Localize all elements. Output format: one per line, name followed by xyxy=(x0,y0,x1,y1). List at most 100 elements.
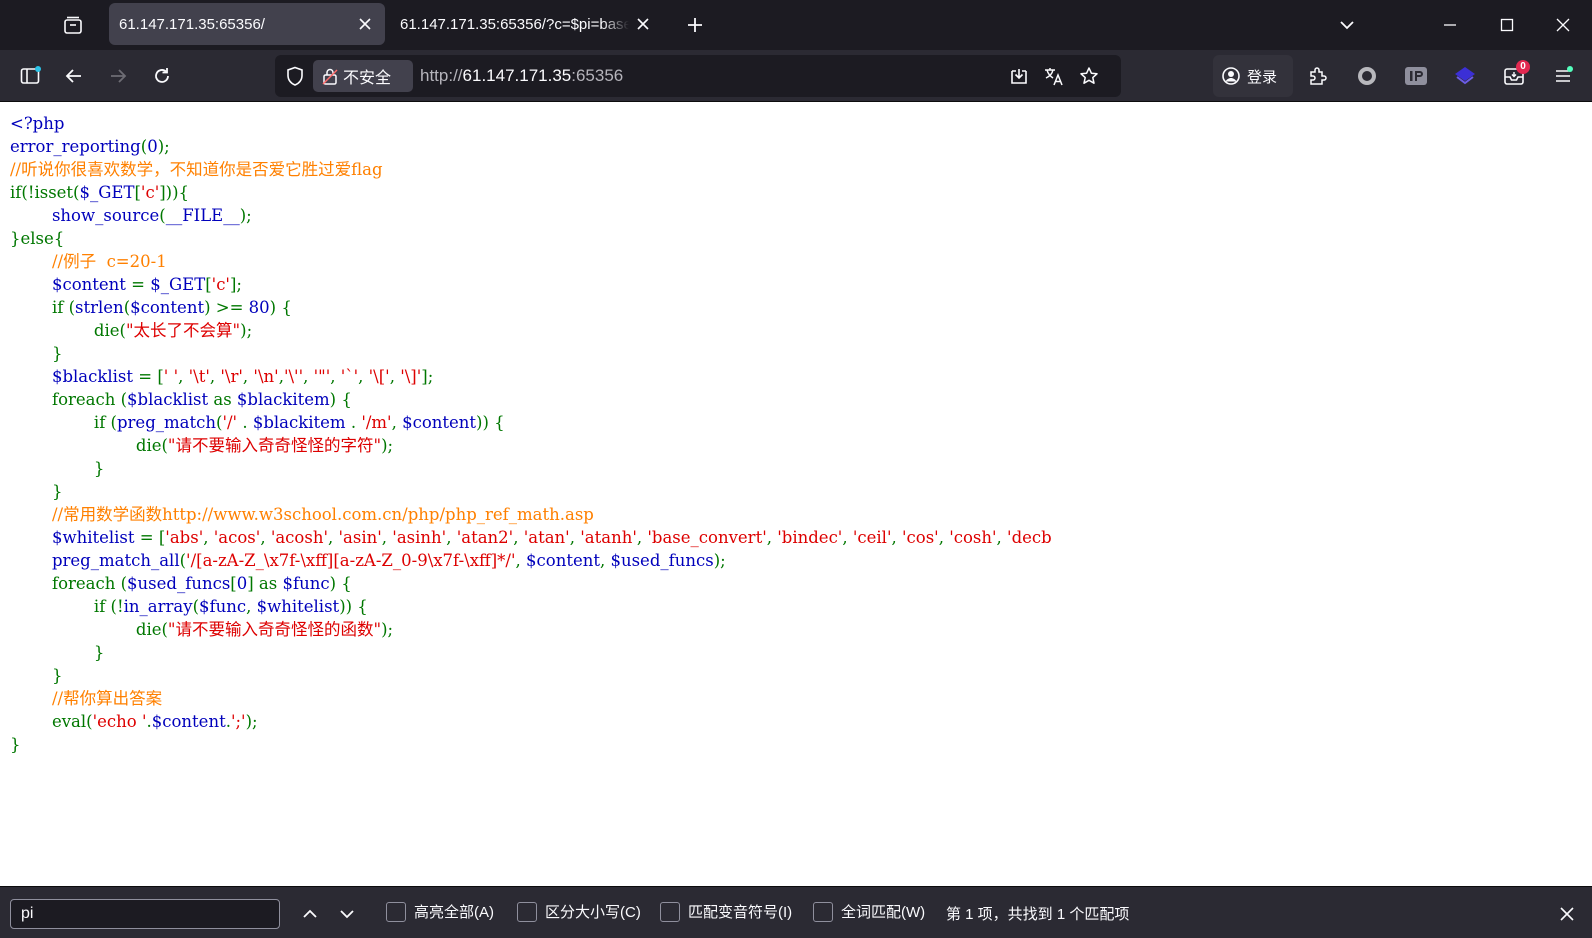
back-button[interactable] xyxy=(58,60,90,92)
code-line: } xyxy=(10,457,1052,480)
minimize-icon xyxy=(1442,17,1458,33)
code-token: '\]' xyxy=(400,367,422,386)
match-case-label: 区分大小写(C) xyxy=(545,904,641,921)
maximize-button[interactable] xyxy=(1490,8,1524,42)
code-token: //听说你很喜欢数学，不知道你是否爱它胜过爱flag xyxy=(10,160,383,179)
forward-button[interactable] xyxy=(102,60,134,92)
list-all-tabs-button[interactable] xyxy=(1330,8,1364,42)
code-token: , xyxy=(513,528,524,547)
code-token: $_GET xyxy=(79,183,135,202)
site-security-button[interactable]: 不安全 xyxy=(313,60,413,92)
url-host: 61.147.171.35 xyxy=(462,66,572,85)
translate-button[interactable] xyxy=(1038,60,1070,92)
tab-inactive[interactable]: 61.147.171.35:65356/?c=$pi=base_convert xyxy=(391,3,663,45)
layers-extension-button[interactable] xyxy=(1449,60,1481,92)
code-token: '/' xyxy=(222,413,243,432)
minimize-button[interactable] xyxy=(1433,8,1467,42)
code-token: ); xyxy=(157,137,170,156)
code-token: 'asinh' xyxy=(392,528,447,547)
find-previous-button[interactable] xyxy=(294,898,326,930)
code-token: ); xyxy=(713,551,726,570)
code-token: 'ceil' xyxy=(852,528,892,547)
code-token: eval( xyxy=(10,712,93,731)
code-token: ' ' xyxy=(163,367,179,386)
code-token: $blackitem xyxy=(236,390,330,409)
whole-words-checkbox[interactable] xyxy=(813,901,833,922)
extension-circle-button[interactable] xyxy=(1351,60,1383,92)
close-find-bar-button[interactable] xyxy=(1551,898,1583,930)
code-token: foreach ( xyxy=(10,574,128,593)
extensions-button[interactable] xyxy=(1302,60,1334,92)
code-token: , xyxy=(328,528,339,547)
tab-active[interactable]: 61.147.171.35:65356/ xyxy=(109,3,385,45)
code-token: } xyxy=(10,459,105,478)
account-login-button[interactable]: 登录 xyxy=(1213,55,1293,97)
reload-icon xyxy=(152,66,172,86)
notification-extension-button[interactable]: 0 xyxy=(1498,60,1530,92)
match-case-option[interactable]: 区分大小写(C) xyxy=(517,901,641,922)
tab-list-button[interactable] xyxy=(58,11,88,39)
code-token: )) { xyxy=(339,597,368,616)
app-menu-button[interactable] xyxy=(1547,60,1579,92)
code-token: , xyxy=(303,367,314,386)
close-tab-icon[interactable] xyxy=(355,14,375,34)
code-token: , xyxy=(178,367,189,386)
code-token: , xyxy=(330,367,341,386)
find-input[interactable] xyxy=(10,899,280,929)
match-diacritics-option[interactable]: 匹配变音符号(I) xyxy=(660,901,792,922)
code-line: } xyxy=(10,641,1052,664)
code-token: , xyxy=(246,597,257,616)
maximize-icon xyxy=(1499,17,1515,33)
url-bar[interactable]: 不安全 http://61.147.171.35:65356 xyxy=(275,55,1121,97)
code-token: 'base_convert' xyxy=(647,528,767,547)
url-text[interactable]: http://61.147.171.35:65356 xyxy=(420,55,623,97)
code-token: $whitelist xyxy=(256,597,340,616)
code-token: 'c' xyxy=(211,275,230,294)
code-line: die("太长了不会算"); xyxy=(10,319,1052,342)
code-token: , xyxy=(515,551,527,570)
tab-title: 61.147.171.35:65356/?c=$pi=base_convert xyxy=(400,15,629,33)
code-token: 0 xyxy=(236,574,248,593)
highlight-all-option[interactable]: 高亮全部(A) xyxy=(386,901,494,922)
code-token: , xyxy=(996,528,1008,547)
bookmark-star-button[interactable] xyxy=(1073,60,1105,92)
tab-title: 61.147.171.35:65356/ xyxy=(119,15,265,33)
match-case-checkbox[interactable] xyxy=(517,901,537,922)
code-token: $func xyxy=(199,597,247,616)
sidebar-button[interactable] xyxy=(14,60,46,92)
code-token: , xyxy=(391,413,403,432)
close-tab-icon[interactable] xyxy=(633,14,653,34)
code-token: , xyxy=(891,528,902,547)
plus-icon xyxy=(686,16,704,34)
code-token: } xyxy=(10,482,63,501)
whole-words-option[interactable]: 全词匹配(W) xyxy=(813,901,925,922)
tracking-protection-button[interactable] xyxy=(279,60,311,92)
code-token: 'asin' xyxy=(338,528,382,547)
find-next-button[interactable] xyxy=(331,898,363,930)
code-token: , xyxy=(446,528,457,547)
code-token: = [ xyxy=(138,367,164,386)
code-token: if (! xyxy=(10,597,124,616)
code-token: 'abs' xyxy=(165,528,204,547)
puzzle-icon xyxy=(1307,65,1329,87)
code-token: ) { xyxy=(329,390,352,409)
code-token: $func xyxy=(282,574,330,593)
close-window-button[interactable] xyxy=(1546,8,1580,42)
code-line: } xyxy=(10,342,1052,365)
code-token: ]; xyxy=(421,367,434,386)
match-diacritics-checkbox[interactable] xyxy=(660,901,680,922)
code-line: } xyxy=(10,733,1052,756)
code-token: $used_funcs xyxy=(127,574,231,593)
code-token: '\n' xyxy=(253,367,279,386)
ip-extension-button[interactable] xyxy=(1400,60,1432,92)
save-to-pocket-button[interactable] xyxy=(1003,60,1035,92)
code-token: preg_match xyxy=(116,413,216,432)
reload-button[interactable] xyxy=(146,60,178,92)
code-line: if(!isset($_GET['c'])){ xyxy=(10,181,1052,204)
code-token: , xyxy=(842,528,853,547)
highlight-all-checkbox[interactable] xyxy=(386,901,406,922)
new-tab-button[interactable] xyxy=(680,10,710,40)
code-token: ]; xyxy=(229,275,242,294)
sidebar-icon xyxy=(19,65,41,87)
code-token: = [ xyxy=(139,528,166,547)
